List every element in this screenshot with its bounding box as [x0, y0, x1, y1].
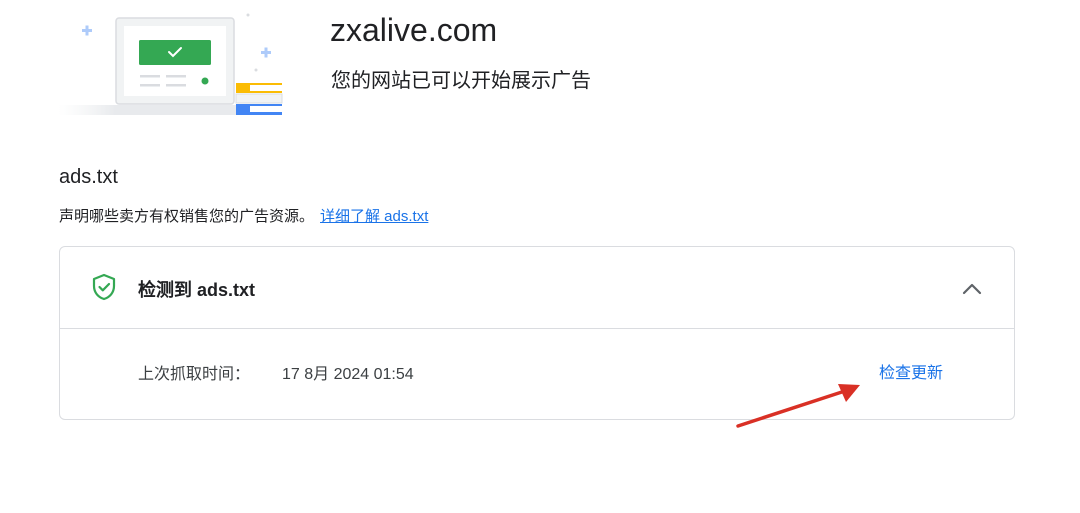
check-update-button[interactable]: 检查更新 — [879, 359, 943, 383]
shield-check-icon — [92, 273, 116, 301]
ads-txt-section-title: ads.txt — [59, 166, 118, 188]
card-title: 检测到 ads.txt — [138, 280, 256, 300]
ads-txt-description: 声明哪些卖方有权销售您的广告资源。 详细了解 ads.txt — [59, 205, 428, 226]
card-header[interactable]: 检测到 ads.txt — [60, 247, 1014, 329]
learn-more-link[interactable]: 详细了解 ads.txt — [320, 208, 428, 225]
last-crawled-value: 17 8月 2024 01:54 — [282, 366, 414, 383]
site-name: zxalive.com — [330, 12, 498, 48]
ads-txt-status-card: 检测到 ads.txt 上次抓取时间： 17 8月 2024 01:54 检查更… — [59, 246, 1015, 420]
description-text: 声明哪些卖方有权销售您的广告资源。 — [59, 208, 315, 225]
last-crawled-label: 上次抓取时间： — [138, 366, 251, 383]
site-status-text: 您的网站已可以开始展示广告 — [331, 70, 591, 92]
annotation-arrow-icon — [736, 384, 860, 428]
site-ready-illustration — [58, 13, 283, 115]
chevron-up-icon[interactable] — [958, 275, 986, 303]
